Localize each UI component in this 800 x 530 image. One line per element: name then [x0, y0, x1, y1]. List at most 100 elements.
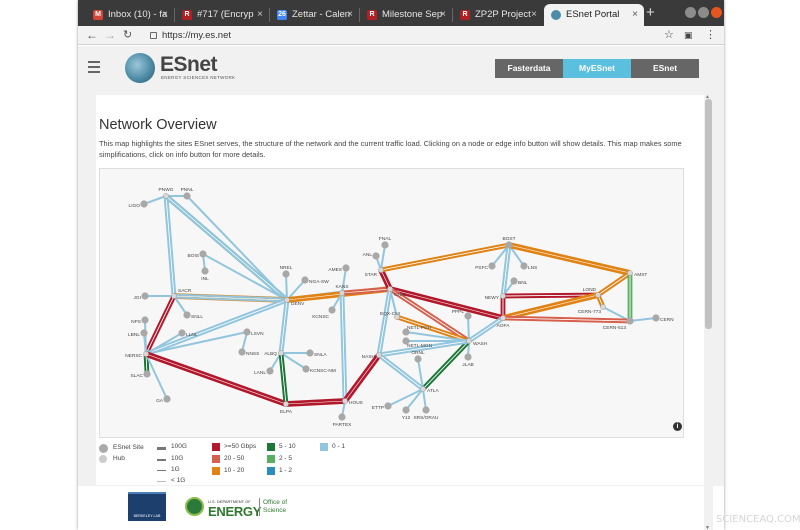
map-link[interactable] — [596, 271, 630, 295]
hub-node[interactable] — [466, 338, 472, 344]
site-node[interactable] — [372, 252, 380, 260]
hub-node[interactable] — [284, 297, 290, 303]
site-node[interactable] — [338, 413, 346, 421]
close-tab-icon[interactable]: × — [531, 4, 537, 26]
address-bar[interactable]: https://my.es.net — [150, 28, 650, 43]
site-node[interactable] — [384, 402, 392, 410]
hub-node[interactable] — [595, 292, 601, 298]
site-node[interactable] — [464, 353, 472, 361]
browser-tab[interactable]: 26 Zettar - Calen × — [270, 4, 359, 26]
hub-node[interactable] — [500, 315, 506, 321]
window-close-button[interactable] — [711, 7, 722, 18]
browser-tab[interactable]: R ZP2P Project × — [453, 4, 543, 26]
site-node[interactable] — [306, 349, 314, 357]
map-link[interactable] — [145, 351, 287, 405]
new-tab-button[interactable]: + — [646, 3, 655, 23]
bookmark-star-icon[interactable]: ☆ — [664, 26, 674, 45]
browser-tab[interactable]: M Inbox (10) - fa × — [86, 4, 174, 26]
hub-node[interactable] — [500, 293, 506, 299]
site-node[interactable] — [328, 306, 336, 314]
reload-icon[interactable]: ↻ — [123, 26, 132, 45]
hub-node[interactable] — [378, 267, 384, 273]
hub-node[interactable] — [143, 351, 149, 357]
forward-icon[interactable]: → — [104, 26, 116, 45]
browser-tab[interactable]: R #717 (Encryp × — [175, 4, 269, 26]
site-node[interactable] — [464, 312, 472, 320]
map-link[interactable] — [598, 273, 632, 297]
map-link[interactable] — [502, 292, 598, 296]
map-link[interactable] — [469, 318, 505, 343]
site-node[interactable] — [183, 311, 191, 319]
site-node[interactable] — [183, 192, 191, 200]
map-link[interactable] — [389, 288, 504, 321]
map-link[interactable] — [186, 195, 288, 301]
nav-tab-fasterdata[interactable]: Fasterdata — [495, 59, 563, 78]
site-node[interactable] — [140, 329, 148, 337]
map-link[interactable] — [342, 353, 380, 402]
scroll-thumb[interactable] — [705, 99, 712, 329]
site-node[interactable] — [301, 276, 309, 284]
network-map[interactable]: LIGO PNWG PNNL BOIS INL JGI SACR SNLL NPS LBNL LLN… — [99, 168, 684, 438]
hamburger-menu-icon[interactable] — [88, 61, 100, 76]
close-tab-icon[interactable]: × — [257, 4, 263, 26]
site-node[interactable] — [342, 264, 350, 272]
site-node[interactable] — [505, 241, 513, 249]
nav-tab-myesnet[interactable]: MyESnet — [563, 59, 631, 78]
site-node[interactable] — [163, 395, 171, 403]
map-link[interactable] — [629, 317, 657, 322]
hub-node[interactable] — [387, 286, 393, 292]
doe-office-text[interactable]: Office of Science — [263, 499, 287, 515]
menu-icon[interactable]: ⋮ — [705, 26, 716, 45]
site-node[interactable] — [266, 367, 274, 375]
hub-node[interactable] — [163, 193, 169, 199]
hub-node[interactable] — [171, 293, 177, 299]
hub-node[interactable] — [376, 352, 382, 358]
map-link[interactable] — [344, 354, 382, 403]
map-link[interactable] — [380, 244, 386, 271]
site-node[interactable] — [652, 314, 660, 322]
hub-node[interactable] — [420, 386, 426, 392]
site-node[interactable] — [143, 370, 151, 378]
browser-tab[interactable]: R Milestone Sep × — [360, 4, 452, 26]
site-node[interactable] — [243, 328, 251, 336]
hub-node[interactable] — [342, 398, 348, 404]
site-node[interactable] — [199, 250, 207, 258]
page-scrollbar[interactable]: ▲ ▼ — [704, 94, 713, 530]
berkeley-lab-logo[interactable]: BERKELEY LAB — [128, 492, 166, 521]
close-tab-icon[interactable]: × — [162, 4, 168, 26]
site-node[interactable] — [141, 292, 149, 300]
site-node[interactable] — [510, 277, 518, 285]
site-node[interactable] — [626, 317, 634, 325]
hub-node[interactable] — [278, 350, 284, 356]
extension-icon[interactable]: ▣ — [684, 26, 693, 45]
site-node[interactable] — [141, 316, 149, 324]
info-icon[interactable]: i — [673, 422, 682, 431]
site-node[interactable] — [302, 365, 310, 373]
site-node[interactable] — [140, 200, 148, 208]
map-link[interactable] — [280, 352, 307, 370]
map-link[interactable] — [387, 388, 424, 407]
site-node[interactable] — [381, 241, 389, 249]
scroll-down-icon[interactable]: ▼ — [705, 525, 710, 530]
browser-tab[interactable]: ESnet Portal × — [544, 4, 644, 26]
site-node[interactable] — [178, 329, 186, 337]
site-node[interactable] — [488, 262, 496, 270]
map-link[interactable] — [467, 315, 470, 342]
site-node[interactable] — [238, 348, 246, 356]
site-node[interactable] — [422, 406, 430, 414]
site-node[interactable] — [520, 262, 528, 270]
close-tab-icon[interactable]: × — [440, 4, 446, 26]
site-node[interactable] — [201, 267, 209, 275]
back-icon[interactable]: ← — [86, 26, 98, 45]
maximize-button[interactable] — [698, 7, 709, 18]
close-tab-icon[interactable]: × — [347, 4, 353, 26]
close-tab-icon[interactable]: × — [632, 4, 638, 26]
hub-node[interactable] — [283, 401, 289, 407]
map-link[interactable] — [502, 294, 599, 321]
hub-node[interactable] — [627, 270, 633, 276]
map-link[interactable] — [285, 273, 288, 301]
map-link[interactable] — [508, 244, 631, 276]
hub-node[interactable] — [600, 304, 606, 310]
map-link[interactable] — [164, 196, 287, 302]
nav-tab-esnet[interactable]: ESnet — [631, 59, 699, 78]
